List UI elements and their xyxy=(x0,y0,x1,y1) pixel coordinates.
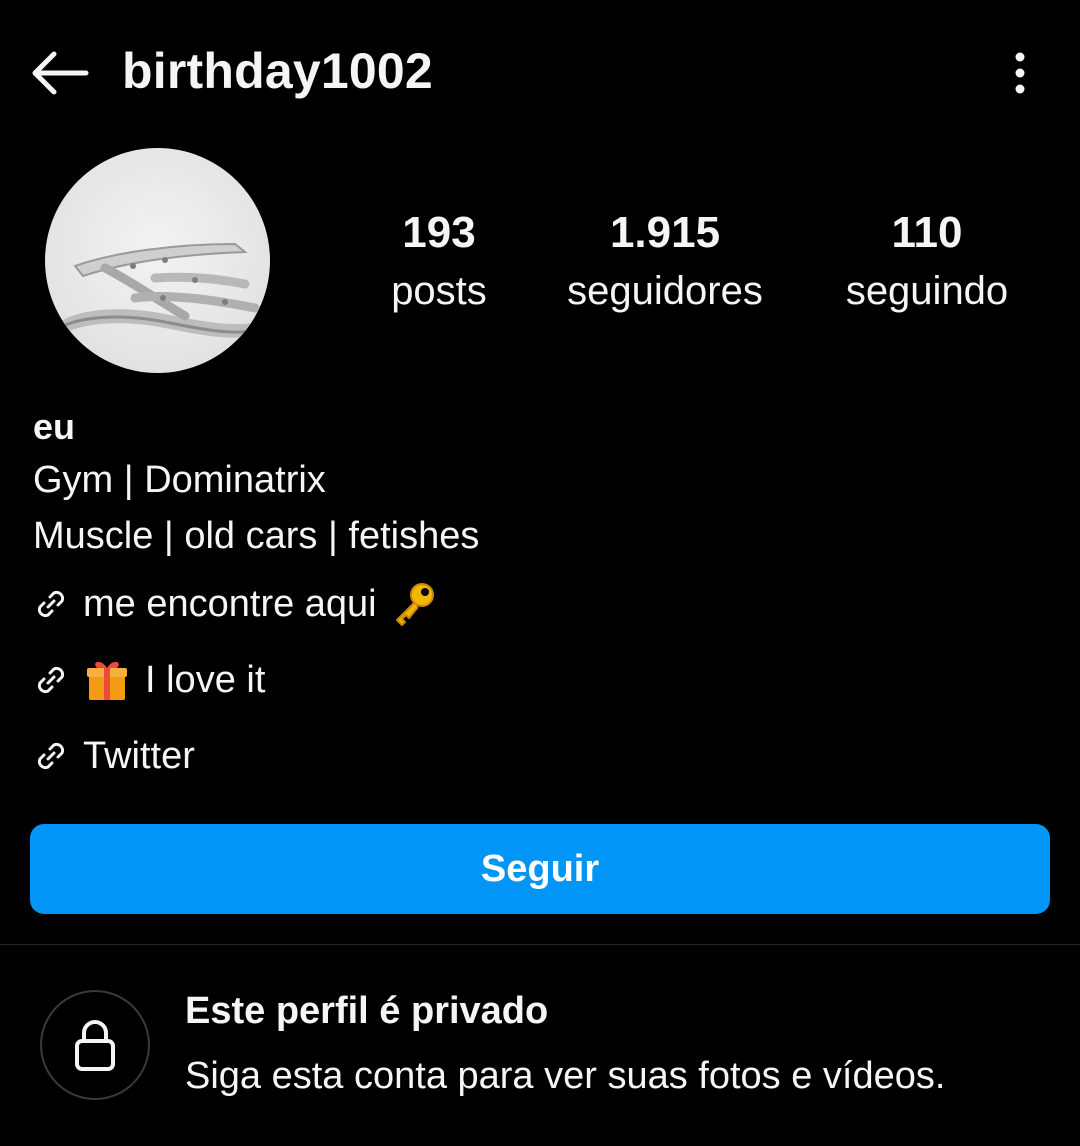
section-divider xyxy=(0,944,1080,945)
profile-username: birthday1002 xyxy=(122,43,433,99)
bio-link-1[interactable]: me encontre aqui xyxy=(33,574,437,634)
lock-badge xyxy=(40,990,150,1100)
bio-link-1-text: me encontre aqui xyxy=(83,582,377,625)
profile-stats: 193 posts 1.915 seguidores 110 seguindo xyxy=(0,205,1080,325)
posts-count: 193 xyxy=(402,208,476,257)
following-label: seguindo xyxy=(845,269,1009,313)
profile-bio: eu Gym | Dominatrix Muscle | old cars | … xyxy=(33,402,1033,564)
stat-following[interactable]: 110 seguindo xyxy=(797,205,1057,321)
back-arrow-icon[interactable] xyxy=(30,50,90,96)
bio-line-2: Muscle | old cars | fetishes xyxy=(33,515,480,557)
followers-count: 1.915 xyxy=(609,208,721,257)
bio-link-3-text: Twitter xyxy=(83,734,195,777)
follow-button-label: Seguir xyxy=(480,847,600,890)
bio-link-3[interactable]: Twitter xyxy=(33,726,195,786)
stat-posts[interactable]: 193 posts xyxy=(309,205,569,321)
link-icon xyxy=(37,742,65,770)
follow-button[interactable]: Seguir xyxy=(30,824,1050,914)
lock-icon xyxy=(75,1020,115,1071)
posts-label: posts xyxy=(391,269,487,313)
followers-label: seguidores xyxy=(567,269,763,313)
bio-line-1: Gym | Dominatrix xyxy=(33,459,326,501)
private-profile-title: Este perfil é privado xyxy=(185,990,549,1032)
link-icon xyxy=(37,666,65,694)
private-profile-subtitle: Siga esta conta para ver suas fotos e ví… xyxy=(185,1055,946,1097)
stat-followers[interactable]: 1.915 seguidores xyxy=(535,205,795,321)
more-options-icon[interactable] xyxy=(1000,50,1040,96)
following-count: 110 xyxy=(891,208,963,257)
bio-link-2[interactable]: I love it xyxy=(33,650,265,710)
link-icon xyxy=(37,590,65,618)
top-bar: birthday1002 xyxy=(0,0,1080,140)
bio-link-2-text: I love it xyxy=(145,658,266,701)
gift-icon xyxy=(87,661,127,700)
key-icon xyxy=(395,583,434,626)
bio-name: eu xyxy=(33,406,76,447)
